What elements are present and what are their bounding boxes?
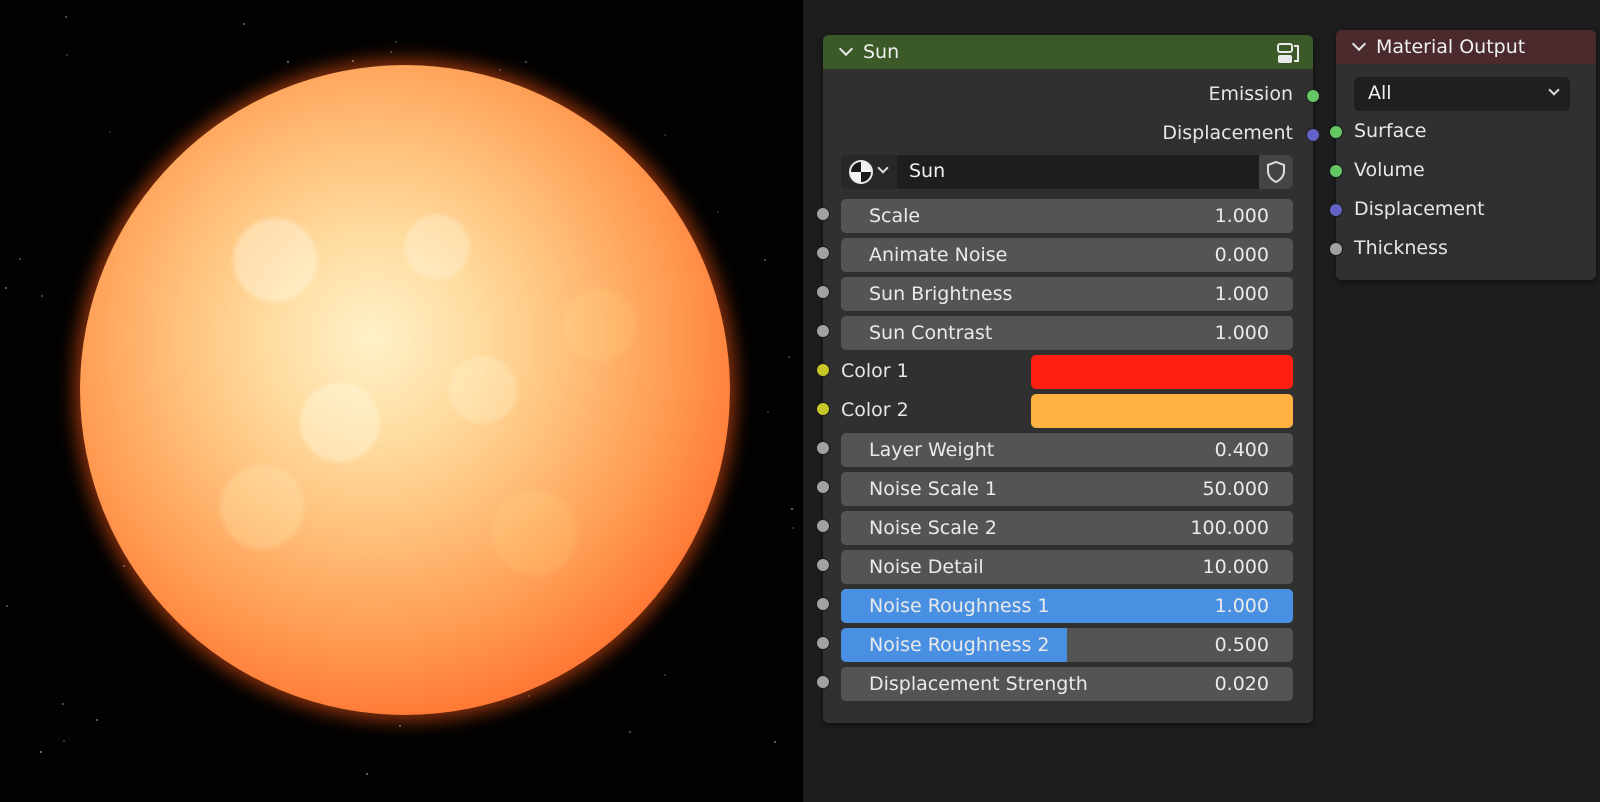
- sun-node-title: Sun: [863, 41, 900, 63]
- color-1-label: Color 1: [841, 360, 909, 382]
- star: [96, 719, 98, 721]
- star: [717, 211, 719, 213]
- star: [6, 605, 8, 607]
- material-sphere-icon: [849, 160, 873, 184]
- layer-weight-input-socket[interactable]: [816, 441, 830, 455]
- noise-scale-1-field[interactable]: Noise Scale 1 50.000: [841, 472, 1293, 506]
- output-displacement: Displacement: [1162, 122, 1293, 144]
- star: [792, 527, 794, 529]
- displacement-output-socket[interactable]: [1306, 128, 1320, 142]
- star: [664, 674, 666, 676]
- color-1-swatch[interactable]: [1031, 355, 1293, 389]
- noise-detail-input-socket[interactable]: [816, 558, 830, 572]
- noise-roughness-1-input-socket[interactable]: [816, 597, 830, 611]
- displacement-strength-field[interactable]: Displacement Strength 0.020: [841, 667, 1293, 701]
- star: [66, 54, 68, 56]
- displacement-label: Displacement: [1354, 198, 1485, 220]
- star: [40, 751, 42, 753]
- thickness-input-socket[interactable]: [1329, 242, 1343, 256]
- render-viewport[interactable]: [0, 0, 803, 802]
- animate-noise-field[interactable]: Animate Noise 0.000: [841, 238, 1293, 272]
- star: [62, 703, 64, 705]
- output-emission: Emission: [1208, 83, 1293, 105]
- color-2-label: Color 2: [841, 399, 909, 421]
- volume-label: Volume: [1354, 159, 1425, 181]
- noise-scale-2-input-socket[interactable]: [816, 519, 830, 533]
- star: [791, 508, 793, 510]
- surface-label: Surface: [1354, 120, 1427, 142]
- star: [764, 259, 766, 261]
- sun-render: [80, 65, 730, 715]
- material-output-header[interactable]: Material Output: [1336, 30, 1596, 64]
- noise-scale-2-field[interactable]: Noise Scale 2 100.000: [841, 511, 1293, 545]
- star: [399, 725, 401, 727]
- displacement-strength-input-socket[interactable]: [816, 675, 830, 689]
- target-dropdown[interactable]: All: [1354, 77, 1570, 111]
- star: [767, 411, 769, 413]
- star: [109, 131, 111, 133]
- star: [664, 134, 666, 136]
- material-output-title: Material Output: [1376, 36, 1526, 58]
- star: [65, 16, 67, 18]
- chevron-down-icon: [877, 162, 889, 174]
- star: [41, 295, 43, 297]
- chevron-down-icon[interactable]: [838, 41, 854, 57]
- node-group-icon[interactable]: [1275, 40, 1301, 66]
- surface-input-socket[interactable]: [1329, 125, 1343, 139]
- chevron-down-icon: [1548, 84, 1560, 96]
- star: [5, 287, 7, 289]
- color-2-swatch[interactable]: [1031, 394, 1293, 428]
- star: [788, 356, 790, 358]
- sun-brightness-field[interactable]: Sun Brightness 1.000: [841, 277, 1293, 311]
- chevron-down-icon[interactable]: [1351, 36, 1367, 52]
- layer-weight-field[interactable]: Layer Weight 0.400: [841, 433, 1293, 467]
- star: [19, 258, 21, 260]
- star: [774, 741, 776, 743]
- star: [243, 23, 245, 25]
- material-name-field[interactable]: Sun: [909, 160, 945, 182]
- star: [629, 731, 631, 733]
- star: [366, 773, 368, 775]
- animate-noise-input-socket[interactable]: [816, 246, 830, 260]
- scale-field[interactable]: Scale 1.000: [841, 199, 1293, 233]
- noise-detail-field[interactable]: Noise Detail 10.000: [841, 550, 1293, 584]
- sun-node-header[interactable]: Sun: [823, 35, 1313, 69]
- sun-brightness-input-socket[interactable]: [816, 285, 830, 299]
- sun-contrast-input-socket[interactable]: [816, 324, 830, 338]
- fake-user-button[interactable]: [1259, 155, 1293, 189]
- fake-user-shield-icon: [1267, 160, 1285, 184]
- noise-roughness-2-slider[interactable]: Noise Roughness 2 0.500: [841, 628, 1293, 662]
- noise-roughness-2-input-socket[interactable]: [816, 636, 830, 650]
- volume-input-socket[interactable]: [1329, 164, 1343, 178]
- sun-node-group[interactable]: Sun Emission Displacement Sun Scale 1.00…: [816, 35, 1320, 723]
- noise-roughness-1-slider[interactable]: Noise Roughness 1 1.000: [841, 589, 1293, 623]
- scale-input-socket[interactable]: [816, 207, 830, 221]
- sun-surface-texture: [80, 65, 730, 715]
- emission-output-socket[interactable]: [1306, 89, 1320, 103]
- star: [63, 740, 65, 742]
- displacement-input-socket[interactable]: [1329, 203, 1343, 217]
- material-output-node[interactable]: Material Output All Surface Volume Displ…: [1329, 30, 1596, 280]
- material-selector[interactable]: Sun: [841, 155, 1293, 189]
- color-1-input-socket[interactable]: [816, 363, 830, 377]
- sun-contrast-field[interactable]: Sun Contrast 1.000: [841, 316, 1293, 350]
- noise-scale-1-input-socket[interactable]: [816, 480, 830, 494]
- color-2-input-socket[interactable]: [816, 402, 830, 416]
- material-browse-button[interactable]: [841, 155, 897, 189]
- node-editor[interactable]: Sun Emission Displacement Sun Scale 1.00…: [803, 0, 1600, 802]
- thickness-label: Thickness: [1354, 237, 1448, 259]
